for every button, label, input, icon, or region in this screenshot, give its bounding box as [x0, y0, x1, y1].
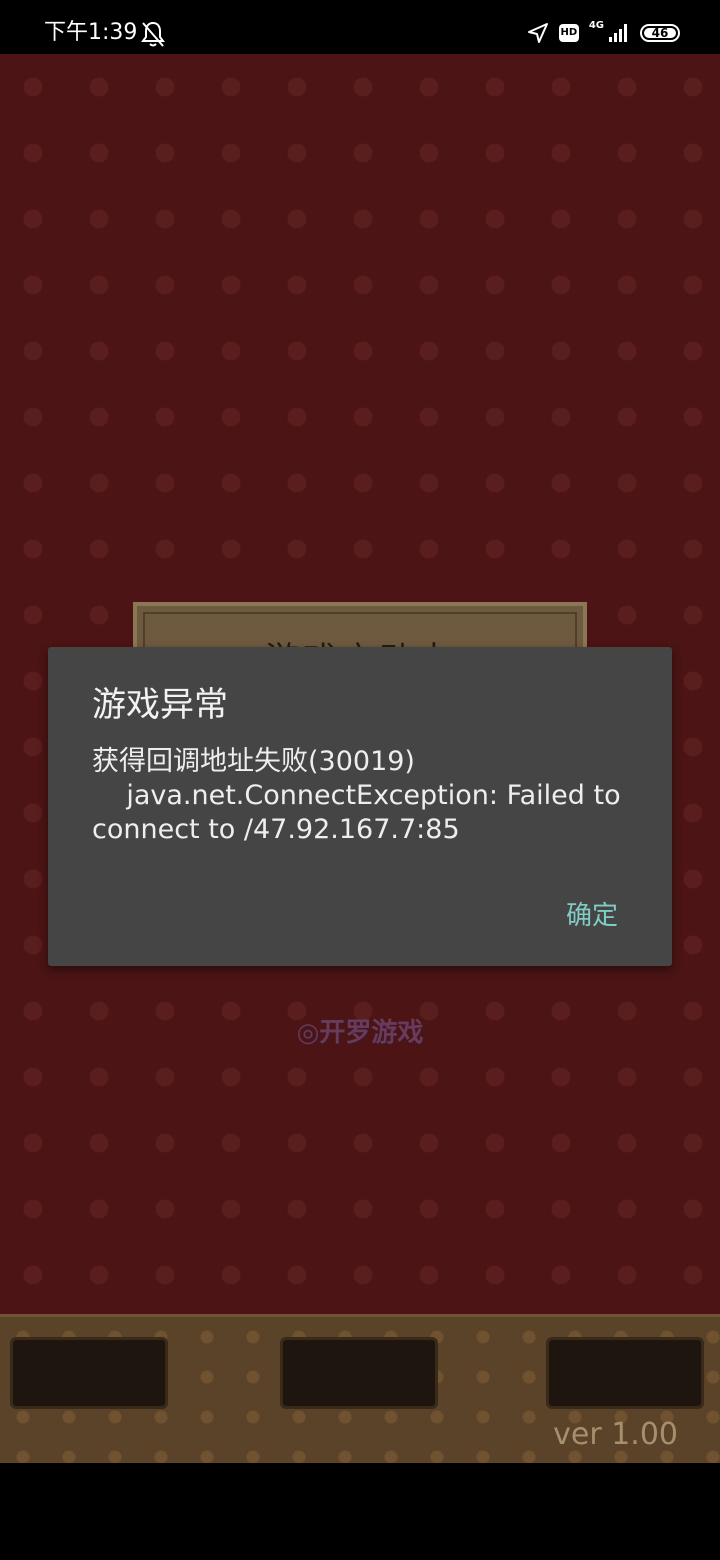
dialog-message: 获得回调地址失败(30019) java.net.ConnectExceptio… — [92, 746, 621, 845]
signal-icon — [609, 24, 627, 42]
location-icon — [527, 23, 548, 43]
bottom-slot-left[interactable] — [10, 1337, 168, 1409]
battery-icon: 46 — [640, 24, 680, 42]
battery-level: 46 — [651, 26, 669, 40]
network-type: 4G — [588, 19, 604, 31]
hd-badge: HD — [558, 24, 579, 42]
status-time: 下午1:39 — [44, 20, 138, 45]
bottom-bar: ver 1.00 — [0, 1314, 720, 1463]
status-icons: HD 4G 46 — [527, 18, 680, 48]
bottom-slot-center[interactable] — [280, 1337, 438, 1409]
dialog-title: 游戏异常 — [92, 685, 228, 725]
error-dialog: 游戏异常 获得回调地址失败(30019) java.net.ConnectExc… — [48, 647, 672, 966]
status-bar: 下午1:39 HD 4G 46 — [0, 0, 720, 54]
bell-off-icon — [141, 21, 165, 47]
ok-button[interactable]: 确定 — [566, 891, 618, 936]
version-label: ver 1.00 — [553, 1417, 678, 1452]
bottom-slot-right[interactable] — [546, 1337, 704, 1409]
copyright-text: ◎开罗游戏 — [296, 1018, 424, 1048]
